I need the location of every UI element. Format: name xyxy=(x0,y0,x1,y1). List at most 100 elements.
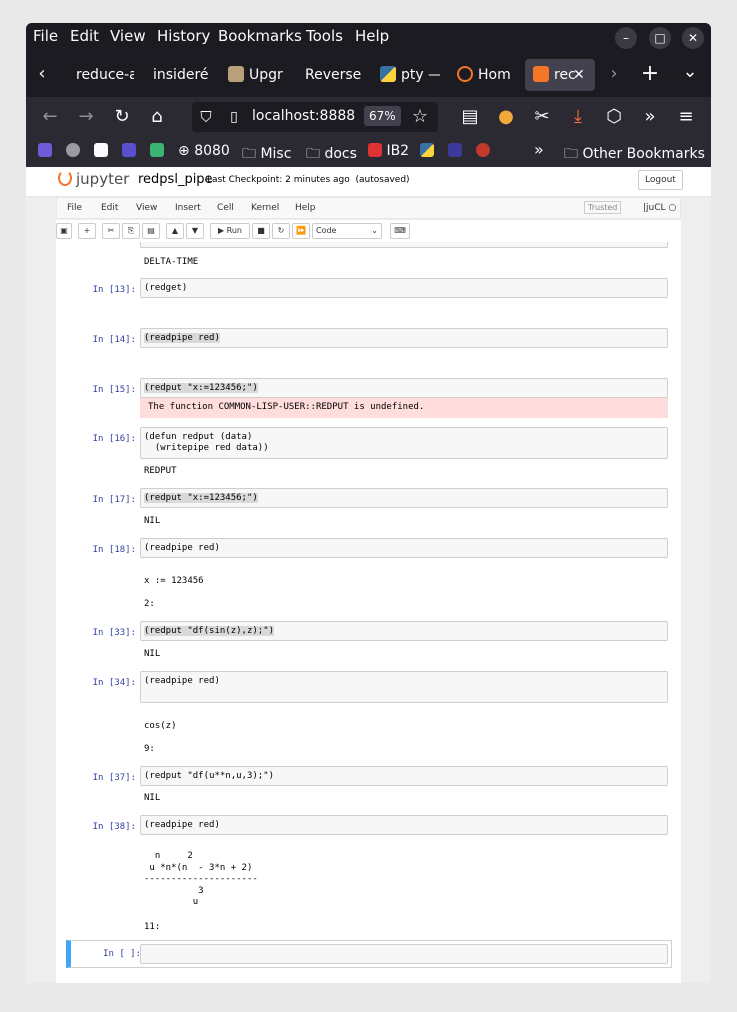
jmenu-help[interactable]: Help xyxy=(295,203,316,213)
bookmark-8080[interactable]: ⊕ 8080 xyxy=(178,143,230,159)
menu-help[interactable]: Help xyxy=(355,27,389,45)
close-window-button[interactable]: ✕ xyxy=(682,27,704,49)
stop-icon[interactable]: ■ xyxy=(252,223,270,239)
notebook-icon xyxy=(533,66,549,82)
star-icon[interactable]: ☆ xyxy=(408,105,432,129)
tab-pty[interactable]: pty — xyxy=(380,59,440,91)
code-input[interactable] xyxy=(140,242,668,248)
bookmark-icon[interactable] xyxy=(122,143,136,157)
menu-bookmarks[interactable]: Bookmarks xyxy=(218,27,302,45)
bookmark-icon[interactable] xyxy=(476,143,490,157)
extensions-icon[interactable]: ⬡ xyxy=(602,105,626,129)
bookmark-docs[interactable]: 🗀 docs xyxy=(306,143,357,167)
tab-label: reduce-a xyxy=(76,67,134,83)
shield-icon[interactable]: ⛉ xyxy=(194,105,218,129)
jmenu-edit[interactable]: Edit xyxy=(101,203,118,213)
code-input[interactable]: (redput "df(sin(z),z);") xyxy=(140,621,668,641)
chevron-down-icon: ⌄ xyxy=(371,226,378,235)
bookmark-ib2[interactable]: IB2 xyxy=(368,143,409,159)
move-down-icon[interactable]: ▼ xyxy=(186,223,204,239)
overflow-icon[interactable]: » xyxy=(638,105,662,129)
menu-edit[interactable]: Edit xyxy=(70,27,99,45)
code-input[interactable]: (readpipe red) xyxy=(140,815,668,835)
cell-output: 2: xyxy=(144,599,155,609)
code-input[interactable]: (redput "x:=123456;") xyxy=(140,378,668,398)
url-text: localhost:8888 xyxy=(252,108,356,124)
code-input[interactable]: (readpipe red) xyxy=(140,671,668,703)
jmenu-file[interactable]: File xyxy=(67,203,82,213)
download-icon[interactable]: ⤓ xyxy=(566,105,590,129)
extension-d-icon[interactable]: ● xyxy=(494,105,518,129)
paste-icon[interactable]: ▤ xyxy=(142,223,160,239)
bookmark-icon[interactable] xyxy=(448,143,462,157)
keyboard-icon[interactable]: ⌨ xyxy=(390,223,410,239)
cell-type-value: Code xyxy=(316,226,337,235)
tab-upgrade[interactable]: Upgr xyxy=(228,59,290,91)
input-prompt: In [18]: xyxy=(92,545,136,555)
new-tab-button[interactable]: + xyxy=(638,62,662,86)
menu-view[interactable]: View xyxy=(110,27,146,45)
forward-icon[interactable]: → xyxy=(74,105,98,129)
back-icon[interactable]: ← xyxy=(38,105,62,129)
other-bookmarks[interactable]: 🗀 Other Bookmarks xyxy=(564,143,705,167)
cut-icon[interactable]: ✂ xyxy=(102,223,120,239)
screenshot-icon[interactable]: ✂ xyxy=(530,105,554,129)
app-menu-icon[interactable]: ≡ xyxy=(674,105,698,129)
tab-scroll-right-icon[interactable]: › xyxy=(602,62,626,86)
add-cell-icon[interactable]: + xyxy=(78,223,96,239)
menu-file[interactable]: File xyxy=(33,27,58,45)
jmenu-kernel[interactable]: Kernel xyxy=(251,203,279,213)
code-input[interactable]: (redput "df(u**n,u,3);") xyxy=(140,766,668,786)
tab-reduce[interactable]: reduce-a xyxy=(76,59,134,91)
jupyter-logo-text: jupyter xyxy=(76,170,130,188)
tab-home[interactable]: Hom xyxy=(457,59,513,91)
url-bar[interactable]: ⛉ ▯ localhost:8888 67% ☆ xyxy=(192,102,438,132)
code-input[interactable] xyxy=(140,944,668,964)
jupyter-logo[interactable]: jupyter xyxy=(58,170,129,188)
code-input[interactable]: (redput "x:=123456;") xyxy=(140,488,668,508)
jmenu-insert[interactable]: Insert xyxy=(175,203,201,213)
bookmark-label: 8080 xyxy=(194,143,230,159)
tab-scroll-left-icon[interactable]: ‹ xyxy=(30,62,54,86)
github-icon[interactable] xyxy=(66,143,80,157)
tab-insidere[interactable]: insideré xyxy=(153,59,211,91)
code-input[interactable]: (redget) xyxy=(140,278,668,298)
jmenu-view[interactable]: View xyxy=(136,203,157,213)
bookmark-misc[interactable]: 🗀 Misc xyxy=(242,143,291,167)
restart-icon[interactable]: ↻ xyxy=(272,223,290,239)
python-icon[interactable] xyxy=(420,143,434,157)
menu-history[interactable]: History xyxy=(157,27,210,45)
minimize-button[interactable]: – xyxy=(615,27,637,49)
selected-cell[interactable]: In [ ]: xyxy=(66,940,672,968)
menu-tools[interactable]: Tools xyxy=(306,27,343,45)
restart-run-all-icon[interactable]: ⏩ xyxy=(292,223,310,239)
page-info-icon[interactable]: ▯ xyxy=(222,105,246,129)
tab-redpsl-pipe[interactable]: rec ✕ xyxy=(525,59,595,91)
zoom-level[interactable]: 67% xyxy=(364,106,401,126)
move-up-icon[interactable]: ▲ xyxy=(166,223,184,239)
close-tab-icon[interactable]: ✕ xyxy=(573,59,585,91)
copy-icon[interactable]: ⎘ xyxy=(122,223,140,239)
reader-icon[interactable]: ▤ xyxy=(458,105,482,129)
home-icon[interactable]: ⌂ xyxy=(145,105,169,129)
list-all-tabs-icon[interactable]: ⌄ xyxy=(678,60,702,84)
jmenu-cell[interactable]: Cell xyxy=(217,203,234,213)
reload-icon[interactable]: ↻ xyxy=(110,105,134,129)
bookmark-icon[interactable] xyxy=(38,143,52,157)
bookmarks-overflow-icon[interactable]: » xyxy=(534,140,544,159)
trusted-badge[interactable]: Trusted xyxy=(584,201,622,214)
bookmark-icon[interactable] xyxy=(150,143,164,157)
cell-output: 11: xyxy=(144,922,161,932)
run-button[interactable]: ▶ Run xyxy=(210,223,250,239)
notebook-name[interactable]: redpsl_pipe xyxy=(138,172,213,187)
cell-type-select[interactable]: Code ⌄ xyxy=(312,223,382,239)
tab-reverse[interactable]: Reverse xyxy=(305,59,363,91)
maximize-button[interactable]: □ xyxy=(649,27,671,49)
code-input[interactable]: (defun redput (data) (writepipe red data… xyxy=(140,427,668,459)
input-prompt: In [14]: xyxy=(92,335,136,345)
code-input[interactable]: (readpipe red) xyxy=(140,538,668,558)
logout-button[interactable]: Logout xyxy=(638,170,683,190)
save-icon[interactable]: ▣ xyxy=(56,223,72,239)
code-input[interactable]: (readpipe red) xyxy=(140,328,668,348)
museum-icon[interactable] xyxy=(94,143,108,157)
